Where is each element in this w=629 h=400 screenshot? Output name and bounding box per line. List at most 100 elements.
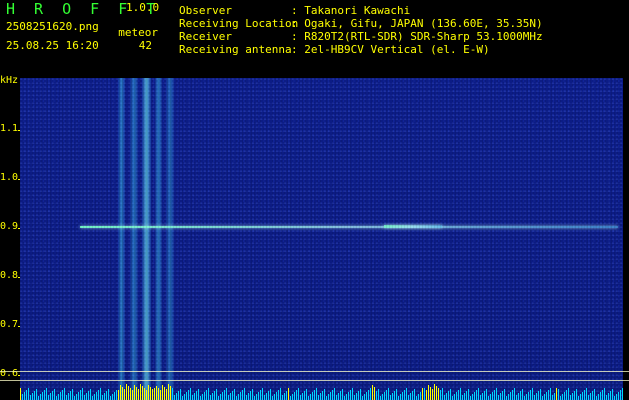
spectrum-spike bbox=[238, 394, 239, 400]
spectrum-spike bbox=[188, 390, 189, 400]
spectrum-spike bbox=[204, 392, 205, 400]
spectrum-spike bbox=[316, 388, 317, 400]
spectrum-spike bbox=[618, 392, 619, 400]
spectrum-spike bbox=[324, 389, 325, 400]
spectrum-spike bbox=[340, 391, 341, 400]
spectrum-spike bbox=[152, 389, 153, 400]
spectrum-spike bbox=[100, 388, 101, 400]
spectrum-spike bbox=[330, 392, 331, 400]
spectrum-spike bbox=[262, 388, 263, 400]
spectrum-spike bbox=[520, 391, 521, 400]
spectrum-spike bbox=[342, 389, 343, 400]
spectrum-spike bbox=[314, 390, 315, 400]
spectrum-spike bbox=[606, 395, 607, 400]
spectrum-spike bbox=[106, 391, 107, 400]
spectrum-spike bbox=[366, 392, 367, 400]
spectrum-spike bbox=[442, 388, 443, 400]
spectrum-spike bbox=[404, 390, 405, 400]
spectrum-spike bbox=[540, 389, 541, 400]
spectrum-spike bbox=[496, 388, 497, 400]
spectrum-spike bbox=[456, 392, 457, 400]
spectrum-spike bbox=[424, 388, 425, 400]
spectrum-spike bbox=[130, 388, 131, 400]
spectrum-spike bbox=[150, 387, 151, 400]
spectrum-spike bbox=[592, 391, 593, 400]
spectrum-spike bbox=[56, 396, 57, 400]
spectrum-spike bbox=[454, 394, 455, 400]
spectrum-spike bbox=[194, 393, 195, 400]
spectrum-spike bbox=[448, 391, 449, 400]
spectrum-spike bbox=[220, 394, 221, 400]
observer-value: : Takanori Kawachi bbox=[291, 4, 411, 17]
spectrum-spike bbox=[362, 396, 363, 400]
spectrum-spike bbox=[248, 393, 249, 400]
spectrum-spike bbox=[206, 390, 207, 400]
spectrum-spike bbox=[138, 389, 139, 400]
spectrum-spike bbox=[280, 388, 281, 400]
spectrum-spike bbox=[524, 396, 525, 400]
spectrum-spike bbox=[78, 392, 79, 400]
spectrum-spike bbox=[544, 394, 545, 400]
spectrum-spike bbox=[288, 388, 289, 400]
spectrum-spike bbox=[24, 392, 25, 400]
spectrum-spike bbox=[148, 385, 149, 400]
spectrum-spike bbox=[116, 390, 117, 400]
spectrum-spike bbox=[500, 393, 501, 400]
spectrum-spike bbox=[178, 391, 179, 400]
spectrum-spike bbox=[186, 392, 187, 400]
spectrum-spike bbox=[222, 392, 223, 400]
spectrum-spike bbox=[506, 396, 507, 400]
location-label: Receiving Location bbox=[179, 17, 299, 30]
spectrum-spike bbox=[502, 391, 503, 400]
signal-band-2 bbox=[130, 78, 138, 400]
spectrum-spike bbox=[232, 391, 233, 400]
spectrum-spike bbox=[332, 390, 333, 400]
spectrum-spike bbox=[174, 395, 175, 400]
spectrum-spike bbox=[296, 390, 297, 400]
spectrum-spike bbox=[122, 387, 123, 400]
spectrum-spike bbox=[416, 396, 417, 400]
spectrum-spike bbox=[530, 390, 531, 400]
spectrum-spike bbox=[422, 388, 423, 400]
spectrum-spike bbox=[392, 393, 393, 400]
spectrum-spike bbox=[570, 395, 571, 400]
spectrum-spike bbox=[290, 396, 291, 400]
spectrum-spike bbox=[450, 389, 451, 400]
bottom-spectrum bbox=[20, 384, 623, 400]
spectrum-spike bbox=[96, 392, 97, 400]
spectrum-spike bbox=[498, 395, 499, 400]
signal-band-4 bbox=[155, 78, 162, 400]
spectrum-spike bbox=[560, 396, 561, 400]
spectrum-spike bbox=[622, 388, 623, 400]
spectrum-spike bbox=[438, 388, 439, 400]
spectrum-spike bbox=[240, 392, 241, 400]
spectrum-spike bbox=[432, 389, 433, 400]
spectrum-spike bbox=[54, 389, 55, 400]
spectrum-spike bbox=[484, 391, 485, 400]
spectrum-spike bbox=[360, 389, 361, 400]
spectrum-spike bbox=[538, 391, 539, 400]
spectrum-spike bbox=[494, 390, 495, 400]
spectrum-spike bbox=[564, 392, 565, 400]
spectrum-spike bbox=[92, 396, 93, 400]
spectrum-spike bbox=[400, 394, 401, 400]
spectrum-spike bbox=[364, 394, 365, 400]
spectrum-spike bbox=[390, 395, 391, 400]
spectrum-spike bbox=[84, 395, 85, 400]
spectrum-spike bbox=[74, 396, 75, 400]
spectrum-spike bbox=[252, 389, 253, 400]
spectrum-spike bbox=[208, 388, 209, 400]
spectrum-spike bbox=[584, 390, 585, 400]
spectrum-spike bbox=[610, 391, 611, 400]
spectrum-spike bbox=[102, 395, 103, 400]
spectrum-spike bbox=[348, 392, 349, 400]
spectrum-spike bbox=[380, 396, 381, 400]
spectrum-spike bbox=[126, 384, 127, 400]
spectrum-spike bbox=[86, 393, 87, 400]
spectrum-spike bbox=[426, 390, 427, 400]
y-axis-unit: kHz bbox=[0, 75, 19, 86]
spectrum-spike bbox=[304, 391, 305, 400]
spectrum-spike bbox=[48, 395, 49, 400]
spectrum-spike bbox=[372, 385, 373, 400]
spectrum-spike bbox=[230, 393, 231, 400]
